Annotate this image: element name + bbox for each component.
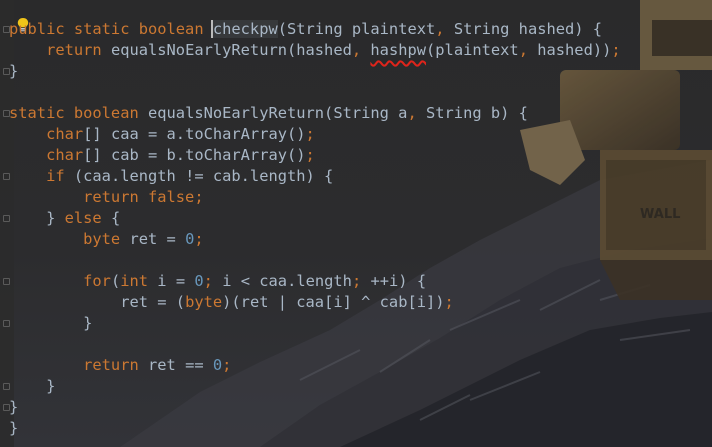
code-token: byte <box>9 230 130 248</box>
code-token: } <box>9 314 93 332</box>
code-token: , <box>435 20 454 38</box>
code-line[interactable]: char[] caa = a.toCharArray(); <box>9 124 621 145</box>
code-token: ; <box>305 146 315 164</box>
code-token: (String plaintext <box>277 20 436 38</box>
code-token: String hashed) { <box>453 20 603 38</box>
code-token: ; <box>194 230 204 248</box>
code-token: , <box>351 41 371 59</box>
code-token: ret = <box>129 230 186 248</box>
code-line[interactable]: char[] cab = b.toCharArray(); <box>9 145 621 166</box>
code-token: ; <box>222 356 232 374</box>
code-token: 0 <box>185 230 195 248</box>
code-token: ; <box>305 125 315 143</box>
code-token: ; <box>444 293 454 311</box>
code-token: return <box>9 356 148 374</box>
code-token: if <box>9 167 74 185</box>
code-line[interactable] <box>9 334 621 355</box>
code-token: char <box>9 146 84 164</box>
code-line[interactable]: return false; <box>9 187 621 208</box>
code-line[interactable]: ret = (byte)(ret | caa[i] ^ cab[i]); <box>9 292 621 313</box>
caret-token: checkpw <box>210 20 278 38</box>
code-line[interactable]: } else { <box>9 208 621 229</box>
code-token: ret = ( <box>9 293 186 311</box>
code-line[interactable]: } <box>9 313 621 334</box>
code-token: i < caa.length <box>222 272 352 290</box>
code-line[interactable]: } <box>9 397 621 418</box>
code-token: 0 <box>212 356 223 374</box>
code-token: for <box>9 272 111 290</box>
code-line[interactable]: } <box>9 418 621 439</box>
code-line[interactable]: return equalsNoEarlyReturn(hashed, hashp… <box>9 40 621 61</box>
code-token: ++i) { <box>370 272 427 290</box>
code-token: (plaintext <box>426 41 519 59</box>
code-line[interactable]: static boolean equalsNoEarlyReturn(Strin… <box>9 103 621 124</box>
code-token: hashed)) <box>537 41 612 59</box>
code-token: , <box>518 41 538 59</box>
code-token: ret == <box>148 356 213 374</box>
code-line[interactable] <box>9 250 621 271</box>
code-token: } <box>9 377 56 395</box>
code-line[interactable] <box>9 82 621 103</box>
code-token: ; <box>203 272 223 290</box>
code-token: char <box>9 125 84 143</box>
code-token: byte <box>185 293 223 311</box>
code-token: [] caa = a.toCharArray() <box>83 125 306 143</box>
code-token: return false; <box>9 188 204 206</box>
code-token: String b) { <box>426 104 528 122</box>
code-line[interactable]: } <box>9 61 621 82</box>
error-token: hashpw <box>370 41 427 59</box>
code-token: } <box>9 62 19 80</box>
code-editor[interactable]: public static boolean checkpw(String pla… <box>9 19 621 439</box>
code-token: public static boolean <box>9 20 213 38</box>
code-token: [] cab = b.toCharArray() <box>83 146 306 164</box>
code-token: { <box>110 209 121 227</box>
code-line[interactable]: return ret == 0; <box>9 355 621 376</box>
code-token: 0 <box>194 272 204 290</box>
code-token: equalsNoEarlyReturn(String a <box>148 104 408 122</box>
code-token: )(ret | caa[i] ^ cab[i]) <box>222 293 445 311</box>
code-line[interactable]: for(int i = 0; i < caa.length; ++i) { <box>9 271 621 292</box>
code-token: i = <box>157 272 195 290</box>
code-line[interactable]: byte ret = 0; <box>9 229 621 250</box>
code-token: ( <box>110 272 121 290</box>
code-token: } <box>9 209 65 227</box>
code-token: else <box>64 209 111 227</box>
code-token: return <box>9 41 111 59</box>
code-line[interactable]: if (caa.length != cab.length) { <box>9 166 621 187</box>
code-line[interactable]: } <box>9 376 621 397</box>
code-token: ; <box>351 272 371 290</box>
code-line[interactable]: public static boolean checkpw(String pla… <box>9 19 621 40</box>
code-token: , <box>407 104 426 122</box>
code-token: static boolean <box>9 104 148 122</box>
code-token: equalsNoEarlyReturn(hashed <box>110 41 352 59</box>
svg-text:WALL: WALL <box>640 207 680 222</box>
code-token: } <box>9 398 19 416</box>
code-token: ; <box>611 41 621 59</box>
code-token: } <box>9 419 19 437</box>
code-token: (caa.length != cab.length) { <box>73 167 334 185</box>
code-token: int <box>120 272 158 290</box>
